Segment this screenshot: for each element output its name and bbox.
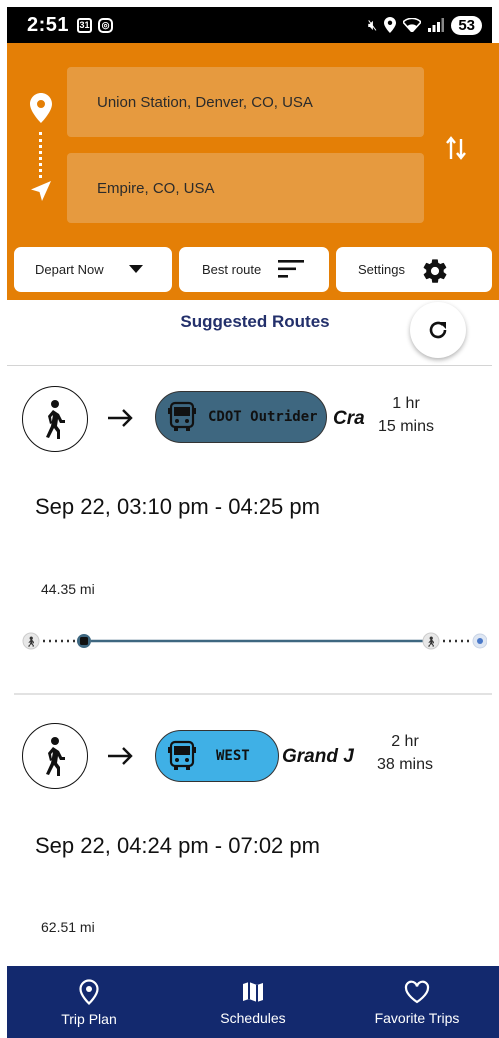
nav-schedules[interactable]: Schedules [171, 966, 335, 1038]
bus-route-pill: WEST [155, 730, 279, 782]
duration-hours: 2 hr [391, 733, 419, 750]
sort-best-route-button[interactable]: Best route [179, 247, 329, 292]
route-distance: 44.35 mi [41, 581, 95, 597]
route-card-2[interactable]: WEST Grand J 2 hr 38 mins Sep 22, 04:24 … [7, 696, 492, 964]
settings-button[interactable]: Settings [336, 247, 492, 292]
bottom-navigation: Trip Plan Schedules Favorite Trips [7, 966, 499, 1038]
bus-label: CDOT Outrider [208, 409, 318, 425]
divider [14, 693, 492, 695]
nav-label: Schedules [220, 1010, 286, 1026]
destination-navigation-icon [31, 181, 51, 201]
location-status-icon [384, 17, 397, 33]
location-pin-icon [79, 979, 99, 1005]
arrow-right-icon [108, 409, 133, 427]
nav-label: Trip Plan [61, 1011, 117, 1027]
route-name: Grand J [282, 746, 354, 767]
route-distance: 62.51 mi [41, 919, 95, 935]
route-timeline: 🚶︎ 🚶︎ [22, 632, 487, 650]
signal-icon [428, 18, 445, 32]
walk-segment-icon [22, 386, 88, 452]
wifi-icon [403, 18, 422, 32]
refresh-icon [429, 321, 447, 339]
destination-input[interactable]: Empire, CO, USA [67, 153, 424, 223]
origin-pin-icon [30, 93, 52, 123]
duration-hours: 1 hr [392, 395, 420, 412]
route-name: Cra [333, 408, 365, 429]
route-time-range: Sep 22, 04:24 pm - 07:02 pm [35, 833, 320, 858]
svg-text:🚶︎: 🚶︎ [425, 636, 438, 648]
walking-person-icon [46, 737, 65, 776]
route-card-1[interactable]: CDOT Outrider Cra 1 hr 15 mins Sep 22, 0… [7, 366, 492, 688]
nav-trip-plan[interactable]: Trip Plan [7, 966, 171, 1038]
refresh-button[interactable] [410, 302, 466, 358]
duration-minutes: 38 mins [376, 756, 434, 774]
trip-search-header: Union Station, Denver, CO, USA Empire, C… [7, 43, 499, 300]
origin-input[interactable]: Union Station, Denver, CO, USA [67, 67, 424, 137]
nav-favorite-trips[interactable]: Favorite Trips [335, 966, 499, 1038]
battery-indicator: 53 [451, 15, 482, 35]
nav-label: Favorite Trips [374, 1010, 460, 1026]
settings-label: Settings [358, 262, 405, 277]
route-duration: 2 hr 38 mins [366, 730, 444, 776]
mute-icon: 🔇︎ [367, 16, 378, 34]
route-duration: 1 hr 15 mins [371, 392, 441, 438]
sort-icon [278, 260, 304, 278]
bus-route-pill: CDOT Outrider [155, 391, 327, 443]
duration-minutes: 15 mins [377, 418, 435, 436]
status-time: 2:51 [27, 13, 70, 36]
heart-icon [404, 980, 430, 1004]
depart-now-dropdown[interactable]: Depart Now [14, 247, 172, 292]
instagram-notification-icon: ◎ [98, 17, 114, 33]
route-dots [39, 132, 43, 178]
depart-label: Depart Now [35, 262, 104, 277]
swap-locations-icon[interactable] [445, 135, 469, 161]
arrow-right-icon [108, 747, 133, 765]
status-bar: 2:51 31 ◎ 🔇︎ 53 [7, 7, 492, 43]
map-icon [243, 982, 263, 1002]
calendar-notification-icon: 31 [77, 17, 93, 33]
bus-label: WEST [216, 748, 250, 764]
sort-label: Best route [202, 262, 262, 277]
walk-segment-icon [22, 723, 88, 789]
gear-icon [423, 259, 447, 283]
route-time-range: Sep 22, 03:10 pm - 04:25 pm [35, 494, 320, 519]
bus-icon [168, 740, 196, 770]
chevron-down-icon [129, 265, 143, 273]
bus-icon [168, 401, 196, 431]
svg-text:🚶︎: 🚶︎ [25, 636, 38, 648]
walking-person-icon [46, 400, 65, 439]
